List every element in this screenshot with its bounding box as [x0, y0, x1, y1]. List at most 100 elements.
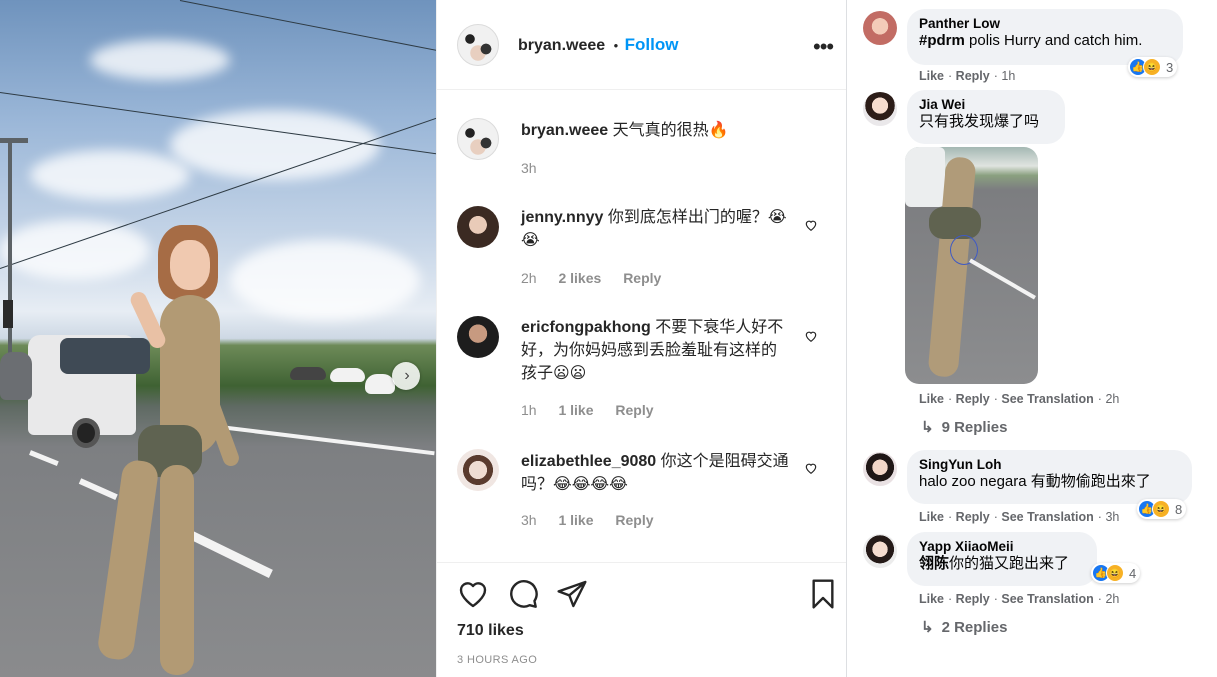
separator-dot: ·	[1097, 510, 1102, 524]
like-link[interactable]: Like	[919, 392, 944, 406]
car	[330, 368, 365, 382]
lane-marking	[188, 530, 273, 578]
lane-marking	[219, 425, 435, 456]
avatar[interactable]	[457, 206, 499, 248]
post-actions: 710 likes 3 HOURS AGO	[437, 562, 847, 677]
view-replies-button[interactable]: ↳ 2 Replies	[921, 618, 1007, 636]
post-header: bryan.weee • Follow •••	[437, 0, 847, 90]
comment-like-heart-icon[interactable]	[804, 218, 818, 232]
comment-username[interactable]: jenny.nnyy	[521, 209, 603, 226]
comment-meta: Like · Reply · See Translation · 2h	[919, 392, 1119, 406]
comment-time[interactable]: 3h	[1105, 510, 1119, 524]
comment-time[interactable]: 2h	[521, 270, 537, 286]
view-replies-button[interactable]: ↳ 9 Replies	[921, 418, 1007, 436]
hashtag[interactable]: #pdrm	[919, 32, 965, 49]
more-options-icon[interactable]: •••	[813, 34, 834, 60]
car	[290, 367, 326, 380]
header-user-row: bryan.weee • Follow	[518, 35, 678, 55]
haha-reaction-icon: 😆	[1143, 58, 1161, 76]
mention-tag[interactable]: 翎陈	[919, 555, 949, 572]
comment-text: 翎陈你的猫又跑出来了	[919, 554, 1085, 574]
avatar[interactable]	[863, 452, 897, 486]
caption: bryan.weee 天气真的很热🔥	[521, 119, 791, 142]
street-lamp-head	[0, 138, 28, 143]
comment: jenny.nnyy 你到底怎样出门的喔？😭😭	[521, 206, 791, 252]
like-link[interactable]: Like	[919, 510, 944, 524]
comment-time[interactable]: 2h	[1105, 392, 1119, 406]
see-translation-link[interactable]: See Translation	[1001, 392, 1093, 406]
comment-text: 只有我发现爆了吗	[919, 113, 1040, 130]
haha-reaction-icon: 😆	[1152, 500, 1170, 518]
separator-dot: ·	[993, 392, 998, 406]
comment-attached-photo[interactable]	[905, 147, 1038, 384]
avatar[interactable]	[863, 534, 897, 568]
avatar[interactable]	[457, 118, 499, 160]
reply-button[interactable]: Reply	[623, 270, 661, 286]
power-line	[179, 0, 436, 55]
share-icon[interactable]	[556, 578, 588, 610]
person-face	[170, 240, 210, 290]
see-translation-link[interactable]: See Translation	[1001, 510, 1093, 524]
comment-meta: 2h 2 likes Reply	[521, 270, 679, 286]
avatar[interactable]	[863, 92, 897, 126]
traffic-light	[3, 300, 13, 328]
see-translation-link[interactable]: See Translation	[1001, 592, 1093, 606]
reaction-summary[interactable]: 👍 😆 8	[1137, 499, 1187, 519]
comment-meta: 3h 1 like Reply	[521, 512, 672, 528]
like-link[interactable]: Like	[919, 69, 944, 83]
separator-dot: ·	[948, 510, 953, 524]
comment-body: 你的猫又跑出来了	[949, 555, 1070, 572]
post-photo: ›	[0, 0, 436, 677]
reaction-summary[interactable]: 👍 😆 4	[1091, 563, 1141, 583]
comment-username[interactable]: ericfongpakhong	[521, 319, 651, 336]
facebook-panel: Panther Low #pdrm polis Hurry and catch …	[846, 0, 1217, 677]
chevron-right-icon: ›	[404, 367, 410, 384]
wheel	[72, 418, 100, 448]
comment-like-heart-icon[interactable]	[804, 329, 818, 343]
comment-like-heart-icon[interactable]	[804, 461, 818, 475]
comment-time[interactable]: 3h	[521, 512, 537, 528]
caption-username[interactable]: bryan.weee	[521, 122, 608, 139]
instagram-panel: bryan.weee • Follow ••• bryan.weee 天气真的很…	[436, 0, 847, 677]
commenter-name[interactable]: SingYun Loh	[919, 457, 1180, 472]
reaction-summary[interactable]: 👍 😆 3	[1128, 57, 1178, 77]
comment-bubble: Jia Wei 只有我发现爆了吗	[907, 90, 1065, 144]
commenter-name[interactable]: Yapp XiiaoMeii	[919, 539, 1085, 554]
comment-meta: Like · Reply · 1h	[919, 69, 1015, 83]
follow-button[interactable]: Follow	[625, 35, 679, 54]
caption-time[interactable]: 3h	[521, 160, 537, 176]
comment-icon[interactable]	[507, 578, 539, 610]
comment-username[interactable]: elizabethlee_9080	[521, 453, 656, 470]
like-link[interactable]: Like	[919, 592, 944, 606]
comment-likes[interactable]: 2 likes	[558, 270, 601, 286]
reply-button[interactable]: Reply	[615, 512, 653, 528]
avatar[interactable]	[863, 11, 897, 45]
commenter-name[interactable]: Jia Wei	[919, 97, 1053, 112]
avatar[interactable]	[457, 449, 499, 491]
header-username[interactable]: bryan.weee	[518, 37, 605, 54]
commenter-name[interactable]: Panther Low	[919, 16, 1171, 31]
comment-time[interactable]: 1h	[521, 402, 537, 418]
reply-link[interactable]: Reply	[956, 69, 990, 83]
avatar[interactable]	[457, 316, 499, 358]
comment-time[interactable]: 1h	[1001, 69, 1015, 83]
cloud	[0, 220, 150, 280]
carousel-next-button[interactable]: ›	[392, 362, 420, 390]
bookmark-icon[interactable]	[807, 578, 839, 610]
comment-likes[interactable]: 1 like	[558, 402, 593, 418]
likes-count[interactable]: 710 likes	[457, 622, 524, 640]
reply-link[interactable]: Reply	[956, 392, 990, 406]
post-timestamp[interactable]: 3 HOURS AGO	[457, 654, 537, 666]
reply-link[interactable]: Reply	[956, 592, 990, 606]
reply-arrow-icon: ↳	[921, 619, 934, 636]
comment-likes[interactable]: 1 like	[558, 512, 593, 528]
reply-button[interactable]: Reply	[615, 402, 653, 418]
avatar[interactable]	[457, 24, 499, 66]
separator-dot: ·	[948, 69, 953, 83]
reply-link[interactable]: Reply	[956, 510, 990, 524]
lane-marking	[969, 258, 1036, 300]
replies-count: 2 Replies	[941, 619, 1008, 636]
comment-meta: Like · Reply · See Translation · 2h	[919, 592, 1119, 606]
comment-time[interactable]: 2h	[1105, 592, 1119, 606]
heart-icon[interactable]	[457, 578, 489, 610]
